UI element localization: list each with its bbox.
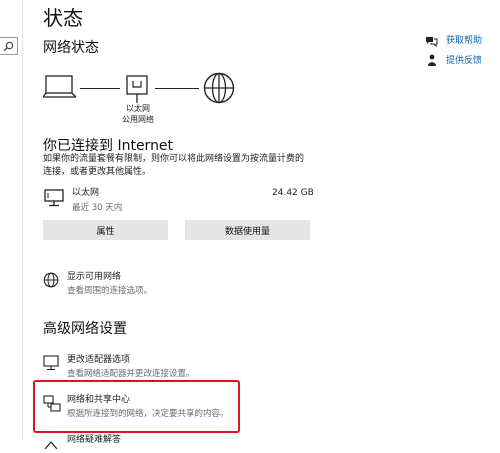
available-networks-icon (43, 272, 59, 292)
show-networks-title[interactable]: 显示可用网络 (67, 271, 121, 284)
connection-title: 你已连接到 Internet (43, 138, 174, 154)
connection-line-2 (155, 88, 199, 89)
data-usage-button[interactable]: 数据使用量 (185, 220, 310, 240)
help-icon (425, 32, 438, 51)
adapter-time: 最近 30 天内 (72, 203, 123, 213)
properties-button[interactable]: 属性 (43, 220, 168, 240)
feedback-icon (427, 52, 438, 71)
search-icon (3, 37, 14, 56)
adapter-label-name: 以太网 (126, 104, 150, 113)
adapter-options-subtitle: 查看网络适配器并更改连接设置。 (67, 369, 195, 379)
get-help-link[interactable]: 获取帮助 (446, 33, 482, 46)
sidebar-strip (0, 0, 23, 439)
sharing-center-icon (43, 395, 61, 417)
feedback-link[interactable]: 提供反馈 (446, 53, 482, 66)
adapter-options-icon (43, 355, 59, 375)
search-button[interactable] (0, 37, 18, 55)
connection-description: 如果你的流量套餐有限制，则你可以将此网络设置为按流量计费的 连接，或者更改其他属… (43, 153, 343, 179)
network-status-heading: 网络状态 (43, 40, 99, 56)
sharing-center-subtitle: 根据所连接到的网络，决定要共享的内容。 (67, 409, 229, 419)
troubleshoot-icon (43, 434, 59, 453)
globe-icon (203, 72, 235, 108)
page-title: 状态 (43, 6, 83, 30)
data-usage-amount: 24.42 GB (272, 188, 314, 198)
connection-description-line2: 连接，或者更改其他属性。 (43, 167, 152, 177)
connection-description-line1: 如果你的流量套餐有限制，则你可以将此网络设置为按流量计费的 (43, 154, 305, 164)
connection-line-1 (80, 88, 120, 89)
adapter-label: 以太网 公用网络 (118, 103, 158, 125)
show-networks-subtitle: 查看周围的连接选项。 (67, 286, 153, 296)
laptop-icon (42, 74, 77, 104)
desktop-icon (44, 189, 64, 211)
adapter-options-title[interactable]: 更改适配器选项 (67, 354, 130, 367)
adapter-label-type: 公用网络 (122, 115, 154, 124)
sharing-center-title[interactable]: 网络和共享中心 (67, 394, 130, 407)
advanced-heading: 高级网络设置 (43, 321, 127, 337)
adapter-name: 以太网 (72, 188, 100, 198)
